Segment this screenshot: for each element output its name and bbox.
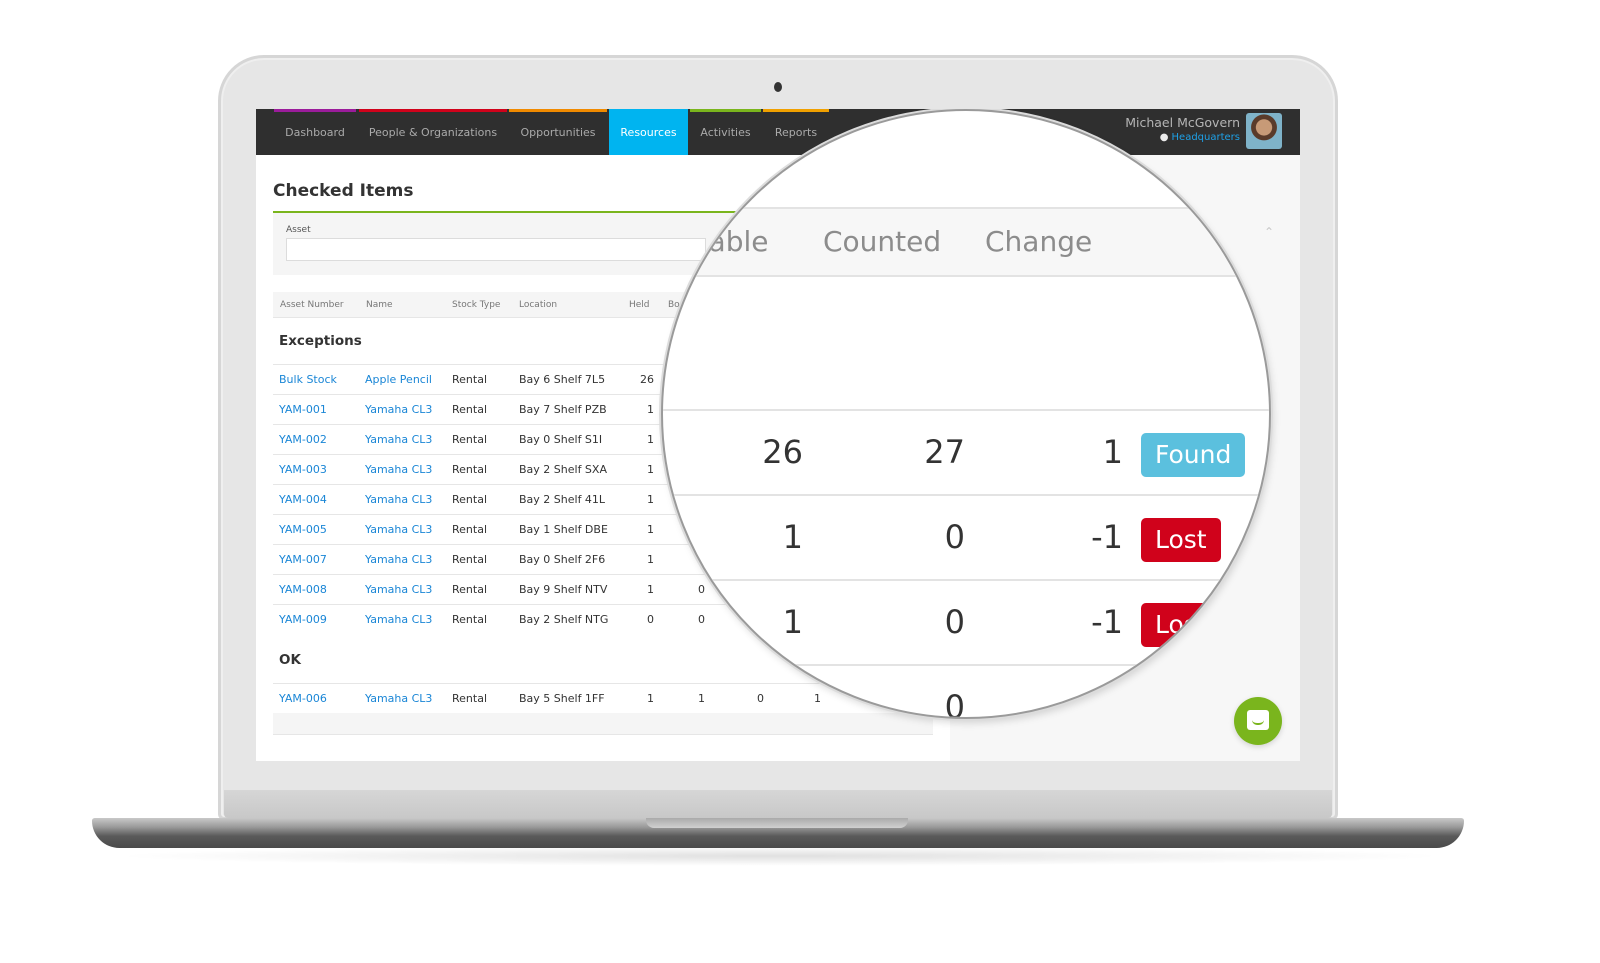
asset-filter-input[interactable] [286, 238, 706, 261]
column-stock-type[interactable]: Stock Type [452, 300, 500, 310]
asset-number-link[interactable]: YAM-008 [279, 583, 327, 596]
location-cell: Bay 9 Shelf NTV [519, 583, 608, 596]
magnified-header: ilable Counted Change [663, 207, 1269, 277]
laptop-chin [224, 790, 1332, 818]
asset-filter-label: Asset [286, 225, 311, 235]
nav-accent [509, 109, 607, 112]
status-badge: Lost [1141, 603, 1221, 647]
magnified-row: 1 0 -1 Lost [663, 579, 1269, 664]
stock-type-cell: Rental [452, 493, 487, 506]
asset-name-link[interactable]: Yamaha CL3 [365, 692, 432, 705]
asset-name-link[interactable]: Yamaha CL3 [365, 523, 432, 536]
magnifier-lens: ilable Counted Change 26 27 1 Found 1 0 -1 Lost… [661, 109, 1271, 719]
stock-type-cell: Rental [452, 433, 487, 446]
chat-bubble-icon [1247, 710, 1269, 730]
base-shadow [110, 846, 1450, 866]
asset-name-link[interactable]: Yamaha CL3 [365, 553, 432, 566]
magnified-row: 26 27 1 Found [663, 409, 1269, 494]
asset-number-link[interactable]: YAM-001 [279, 403, 327, 416]
group-heading-ok: OK [279, 652, 301, 668]
asset-name-link[interactable]: Yamaha CL3 [365, 403, 432, 416]
magnified-change: 1 [1102, 433, 1123, 471]
held-cell: 1 [647, 403, 654, 416]
held-cell: 1 [647, 523, 654, 536]
stock-type-cell: Rental [452, 523, 487, 536]
magnified-column-change: Change [985, 225, 1093, 258]
nav-opportunities[interactable]: Opportunities [509, 109, 607, 155]
asset-number-link[interactable]: YAM-005 [279, 523, 327, 536]
magnified-counted: 0 [944, 603, 965, 641]
magnified-available: 1 [782, 518, 803, 556]
location-cell: Bay 0 Shelf S1I [519, 433, 603, 446]
asset-name-link[interactable]: Apple Pencil [365, 373, 432, 386]
location-cell: Bay 2 Shelf SXA [519, 463, 607, 476]
asset-number-link[interactable]: YAM-002 [279, 433, 327, 446]
camera-icon [774, 82, 782, 92]
asset-number-link[interactable]: YAM-006 [279, 692, 327, 705]
asset-name-link[interactable]: Yamaha CL3 [365, 433, 432, 446]
stock-type-cell: Rental [452, 583, 487, 596]
held-cell: 0 [647, 613, 654, 626]
column-asset-number[interactable]: Asset Number [280, 300, 344, 310]
nav-label: Opportunities [520, 126, 596, 139]
magnified-row: 0 [663, 664, 1269, 719]
magnified-row: 1 0 -1 Lost [663, 494, 1269, 579]
laptop-notch [646, 818, 908, 828]
magnified-column-available: ilable [693, 225, 769, 258]
magnified-counted: 0 [944, 518, 965, 556]
nav-accent [274, 109, 356, 112]
held-cell: 1 [647, 433, 654, 446]
asset-number-link[interactable]: YAM-007 [279, 553, 327, 566]
nav-label: People & Organizations [368, 126, 498, 139]
stock-type-cell: Rental [452, 463, 487, 476]
stock-type-cell: Rental [452, 613, 487, 626]
asset-name-link[interactable]: Yamaha CL3 [365, 463, 432, 476]
status-badge: Lost [1141, 518, 1221, 562]
nav-people-organizations[interactable]: People & Organizations [359, 109, 507, 155]
group-heading-exceptions: Exceptions [279, 333, 362, 349]
column-location[interactable]: Location [519, 300, 557, 310]
magnified-available: 26 [762, 433, 803, 471]
location-cell: Bay 7 Shelf PZB [519, 403, 607, 416]
asset-number-link[interactable]: YAM-009 [279, 613, 327, 626]
magnified-available: 1 [782, 603, 803, 641]
page-title: Checked Items [273, 181, 414, 201]
held-cell: 1 [647, 692, 654, 705]
asset-number-link[interactable]: YAM-003 [279, 463, 327, 476]
magnified-counted: 0 [944, 688, 965, 719]
app-screen: Dashboard People & Organizations Opportu… [256, 109, 1300, 761]
magnified-column-counted: Counted [823, 225, 942, 258]
location-cell: Bay 0 Shelf 2F6 [519, 553, 606, 566]
stock-type-cell: Rental [452, 403, 487, 416]
column-name[interactable]: Name [366, 300, 393, 310]
location-cell: Bay 2 Shelf 41L [519, 493, 606, 506]
chat-button[interactable] [1234, 697, 1282, 745]
column-held[interactable]: Held [629, 300, 650, 310]
held-cell: 1 [647, 493, 654, 506]
nav-dashboard[interactable]: Dashboard [274, 109, 356, 155]
stock-type-cell: Rental [452, 373, 487, 386]
held-cell: 1 [647, 553, 654, 566]
asset-name-link[interactable]: Yamaha CL3 [365, 493, 432, 506]
laptop-mockup: Dashboard People & Organizations Opportu… [0, 0, 1600, 963]
magnified-change: -1 [1091, 518, 1123, 556]
held-cell: 26 [640, 373, 654, 386]
asset-number-link[interactable]: YAM-004 [279, 493, 327, 506]
location-cell: Bay 2 Shelf NTG [519, 613, 609, 626]
status-badge: Found [1141, 433, 1246, 477]
nav-accent [359, 109, 507, 112]
asset-name-link[interactable]: Yamaha CL3 [365, 613, 432, 626]
location-cell: Bay 6 Shelf 7L5 [519, 373, 606, 386]
asset-name-link[interactable]: Yamaha CL3 [365, 583, 432, 596]
held-cell: 1 [647, 463, 654, 476]
location-cell: Bay 1 Shelf DBE [519, 523, 608, 536]
nav-label: Dashboard [285, 126, 345, 139]
location-cell: Bay 5 Shelf 1FF [519, 692, 605, 705]
held-cell: 1 [647, 583, 654, 596]
magnified-change: -1 [1091, 603, 1123, 641]
stock-type-cell: Rental [452, 692, 487, 705]
magnified-counted: 27 [924, 433, 965, 471]
stock-type-cell: Rental [452, 553, 487, 566]
asset-number-link[interactable]: Bulk Stock [279, 373, 337, 386]
